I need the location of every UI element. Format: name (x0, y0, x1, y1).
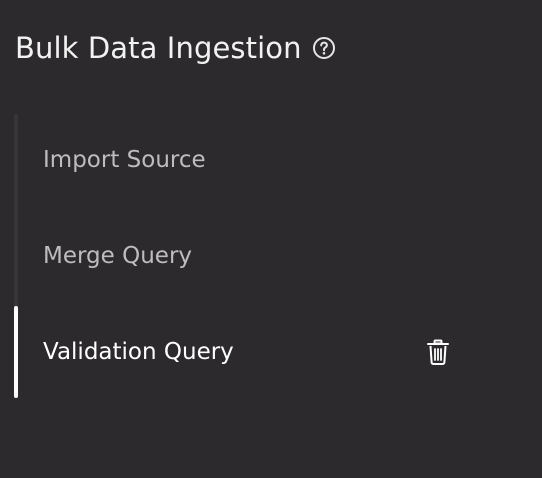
trash-icon[interactable] (426, 339, 450, 365)
ingestion-panel: Bulk Data Ingestion Import Source Merge … (0, 0, 542, 478)
page-title: Bulk Data Ingestion (15, 31, 302, 65)
active-step-indicator (14, 306, 18, 398)
step-label: Validation Query (43, 339, 234, 365)
panel-header: Bulk Data Ingestion (15, 28, 337, 68)
step-label: Merge Query (43, 243, 193, 269)
step-indicator (14, 210, 18, 302)
step-validation-query[interactable]: Validation Query (14, 306, 484, 398)
step-import-source[interactable]: Import Source (14, 114, 484, 206)
help-icon[interactable] (311, 35, 337, 61)
step-list: Import Source Merge Query Validation Que… (14, 114, 494, 398)
step-merge-query[interactable]: Merge Query (14, 210, 484, 302)
step-label: Import Source (43, 147, 206, 173)
step-indicator (14, 114, 18, 206)
